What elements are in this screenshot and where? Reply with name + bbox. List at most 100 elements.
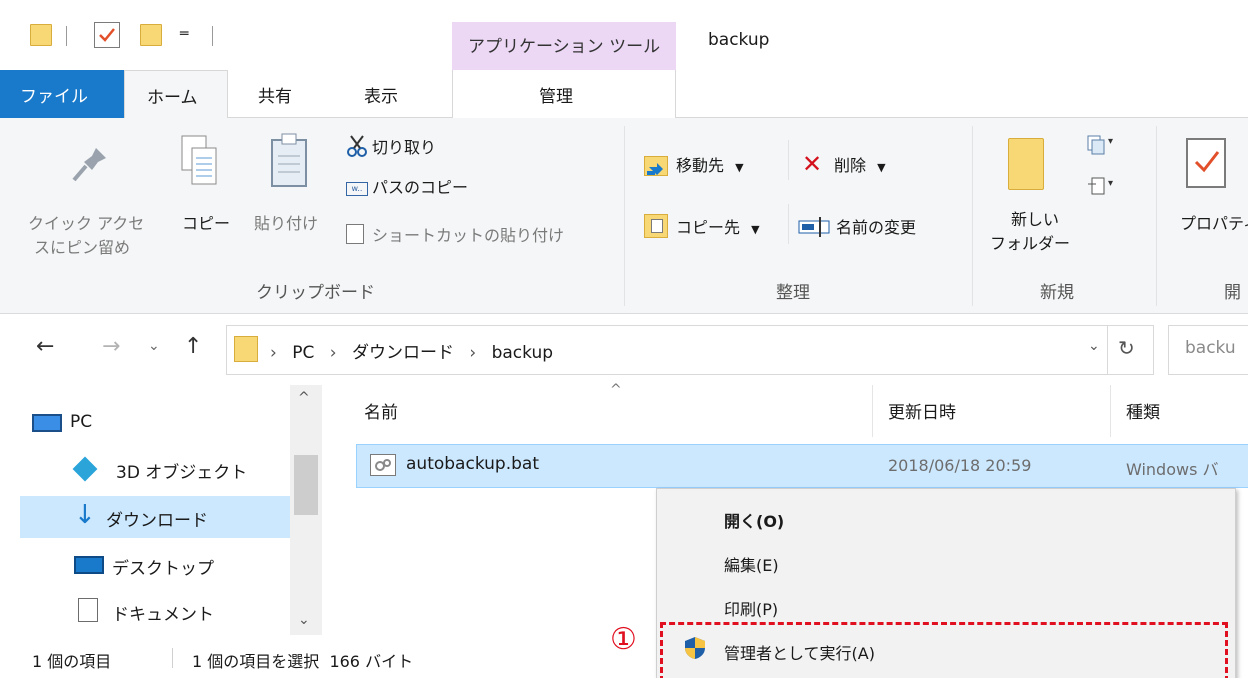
move-to-icon	[644, 156, 668, 176]
status-selection: 1 個の項目を選択 166 バイト	[192, 652, 414, 671]
tab-manage-label: 管理	[539, 87, 573, 107]
tab-view[interactable]: 表示	[364, 82, 398, 107]
copy-path-button[interactable]: パスのコピー	[372, 174, 468, 198]
pin-label-line1: クイック アクセ	[28, 214, 145, 233]
nav-item-documents[interactable]: ドキュメント	[20, 590, 290, 632]
nav-item-label: 3D オブジェクト	[116, 463, 248, 483]
annotation-highlight-box	[660, 622, 1228, 678]
pin-quick-access-button[interactable]: クイック アクセ スにピン留め	[28, 210, 144, 258]
easy-access-icon[interactable]: ▾	[1086, 176, 1116, 202]
back-arrow-icon[interactable]: ←	[36, 334, 54, 359]
customize-qat-icon[interactable]: ═	[180, 26, 188, 42]
divider	[788, 140, 789, 180]
refresh-button[interactable]: ↻	[1108, 325, 1154, 375]
group-separator	[624, 126, 625, 306]
breadcrumb-pc[interactable]: PC	[292, 343, 314, 363]
chevron-down-icon: ▼	[877, 161, 886, 174]
search-input[interactable]: backu	[1168, 325, 1248, 375]
nav-item-3d-objects[interactable]: 3D オブジェクト	[20, 448, 290, 490]
column-divider[interactable]	[872, 385, 873, 437]
copy-to-icon	[644, 214, 668, 238]
breadcrumb-separator: ›	[270, 343, 277, 363]
status-item-count: 1 個の項目	[32, 652, 112, 671]
divider	[172, 648, 173, 668]
tab-manage[interactable]: 管理	[452, 70, 676, 118]
delete-button[interactable]: 削除 ▼	[834, 152, 886, 176]
scroll-up-chevron-icon[interactable]: ^	[298, 390, 310, 406]
new-folder-large-icon	[1008, 138, 1044, 190]
paste-icon	[268, 132, 312, 196]
scroll-down-chevron-icon[interactable]: ⌄	[298, 612, 310, 628]
column-header-modified[interactable]: 更新日時	[888, 398, 956, 423]
contextual-tab-header-label: アプリケーション ツール	[468, 37, 661, 57]
paste-button[interactable]: 貼り付け	[254, 210, 318, 234]
tab-share[interactable]: 共有	[258, 82, 292, 107]
new-item-icon[interactable]: ▾	[1086, 134, 1116, 160]
nav-item-label: デスクトップ	[112, 559, 214, 579]
menu-item-edit[interactable]: 編集(E)	[724, 552, 779, 576]
annotation-marker: ①	[610, 622, 637, 657]
clipboard-group-label: クリップボード	[256, 283, 375, 303]
properties-check-icon[interactable]	[94, 22, 120, 48]
menu-item-open[interactable]: 開く(O)	[724, 508, 784, 532]
cube-icon	[72, 456, 98, 482]
batch-file-icon	[370, 454, 396, 476]
address-dropdown-chevron-icon[interactable]: ⌄	[1088, 338, 1100, 354]
copy-to-label: コピー先	[676, 218, 741, 237]
breadcrumb-backup[interactable]: backup	[492, 343, 553, 363]
column-divider[interactable]	[1110, 385, 1111, 437]
nav-scroll-thumb[interactable]	[294, 455, 318, 515]
divider	[212, 26, 213, 46]
window-title: backup	[708, 30, 770, 50]
pc-icon	[32, 414, 62, 432]
new-folder-icon[interactable]	[140, 24, 162, 46]
tab-file-label: ファイル	[20, 87, 88, 107]
forward-arrow-icon[interactable]: →	[102, 334, 120, 359]
copy-to-button[interactable]: コピー先 ▼	[676, 214, 760, 238]
file-name[interactable]: autobackup.bat	[406, 454, 539, 474]
rename-button[interactable]: 名前の変更	[836, 214, 916, 238]
new-group-label: 新規	[1040, 283, 1074, 303]
cut-button[interactable]: 切り取り	[372, 134, 436, 158]
column-header-name[interactable]: 名前	[364, 398, 398, 423]
nav-item-pc[interactable]: PC	[20, 402, 290, 444]
up-arrow-icon[interactable]: ↑	[184, 334, 202, 359]
new-folder-label-line2: フォルダー	[990, 234, 1071, 253]
column-header-type[interactable]: 種類	[1126, 398, 1160, 423]
desktop-icon	[74, 556, 104, 574]
tab-file[interactable]: ファイル	[0, 70, 124, 118]
contextual-tab-header: アプリケーション ツール	[452, 22, 676, 70]
nav-item-label: PC	[70, 412, 93, 432]
divider	[66, 26, 67, 46]
nav-item-downloads[interactable]: ↓ ダウンロード	[20, 496, 290, 538]
breadcrumb-downloads[interactable]: ダウンロード	[352, 343, 454, 363]
divider	[788, 204, 789, 244]
folder-icon[interactable]	[30, 24, 52, 46]
pin-icon	[66, 140, 114, 192]
properties-icon	[1186, 138, 1226, 188]
nav-item-label: ダウンロード	[106, 511, 208, 531]
svg-text:▾: ▾	[1108, 136, 1113, 147]
move-to-button[interactable]: 移動先 ▼	[676, 152, 744, 176]
copy-button[interactable]: コピー	[182, 210, 230, 234]
recent-locations-chevron-icon[interactable]: ⌄	[148, 338, 160, 354]
copy-icon	[180, 134, 220, 198]
paste-shortcut-button[interactable]: ショートカットの貼り付け	[372, 222, 564, 246]
search-placeholder: backu	[1185, 338, 1236, 358]
tab-home[interactable]: ホーム	[124, 70, 228, 119]
svg-text:▾: ▾	[1108, 178, 1113, 189]
breadcrumb: › PC › ダウンロード › backup	[270, 338, 553, 363]
breadcrumb-separator: ›	[329, 343, 337, 363]
menu-item-print[interactable]: 印刷(P)	[724, 596, 778, 620]
new-folder-button[interactable]: 新しい フォルダー	[990, 206, 1070, 254]
document-icon	[78, 598, 98, 622]
move-to-label: 移動先	[676, 156, 725, 175]
properties-button[interactable]: プロパティ	[1180, 210, 1248, 234]
chevron-down-icon: ▼	[751, 223, 760, 236]
organize-group-label: 整理	[776, 283, 810, 303]
refresh-icon: ↻	[1118, 336, 1135, 360]
paste-shortcut-icon	[346, 224, 364, 244]
nav-item-desktop[interactable]: デスクトップ	[20, 544, 290, 586]
chevron-down-icon: ▼	[735, 161, 744, 174]
file-modified: 2018/06/18 20:59	[888, 456, 1032, 475]
